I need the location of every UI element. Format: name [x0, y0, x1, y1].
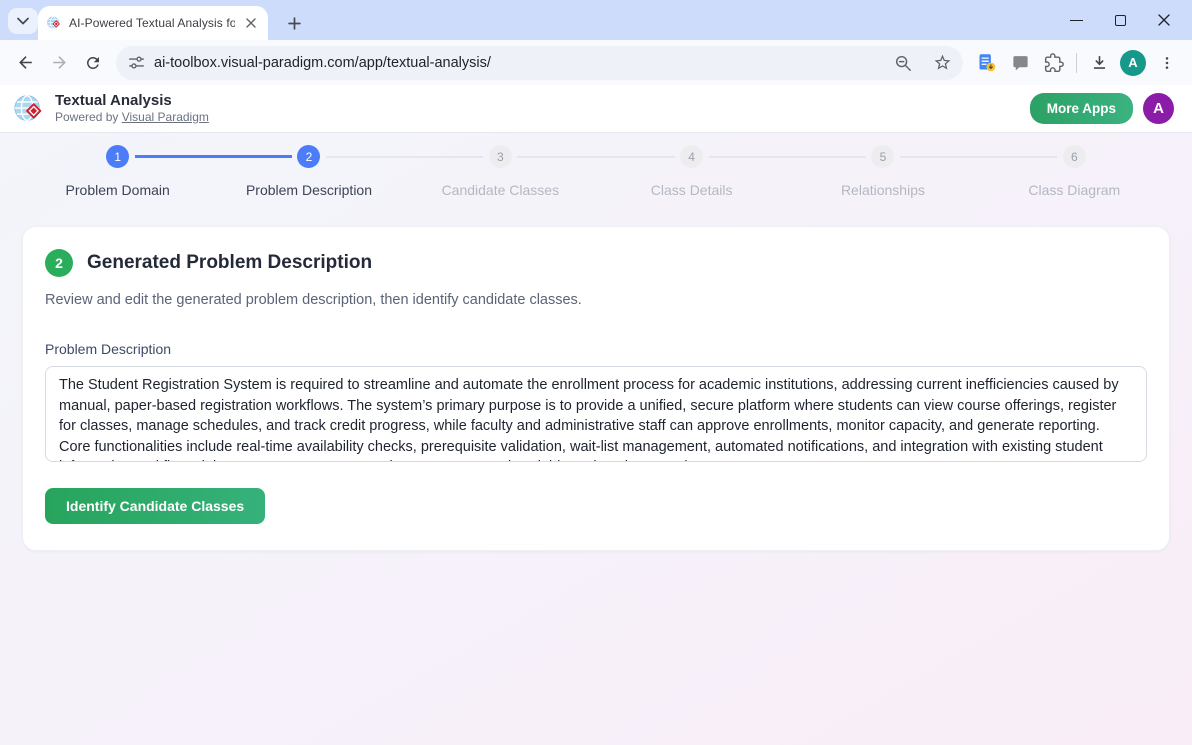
minimize-icon — [1070, 20, 1083, 21]
app-name: Textual Analysis — [55, 92, 209, 109]
forward-button[interactable] — [42, 46, 76, 80]
toolbar-separator — [1076, 53, 1077, 73]
user-avatar[interactable]: A — [1143, 93, 1174, 124]
browser-tab[interactable]: AI-Powered Textual Analysis for — [38, 6, 268, 40]
reading-mode-extension-icon[interactable] — [969, 46, 1003, 80]
more-apps-button[interactable]: More Apps — [1030, 93, 1133, 124]
app-title-block: Textual Analysis Powered by Visual Parad… — [55, 92, 209, 124]
reload-icon — [84, 54, 102, 72]
step-relationships[interactable]: 5 Relationships — [787, 145, 978, 198]
step-candidate-classes[interactable]: 3 Candidate Classes — [405, 145, 596, 198]
forward-arrow-icon — [50, 53, 69, 72]
bookmark-star-icon[interactable] — [927, 48, 957, 78]
step-circle: 6 — [1063, 145, 1086, 168]
window-controls — [1054, 0, 1186, 40]
page-subtitle: Review and edit the generated problem de… — [45, 292, 1147, 308]
chevron-down-icon — [17, 17, 29, 25]
step-label: Relationships — [841, 182, 925, 198]
extensions-puzzle-icon[interactable] — [1037, 46, 1071, 80]
powered-by-prefix: Powered by — [55, 110, 118, 124]
browser-profile-avatar: A — [1120, 50, 1146, 76]
visual-paradigm-logo — [12, 92, 46, 126]
page-title: Generated Problem Description — [87, 252, 372, 274]
window-minimize-button[interactable] — [1054, 0, 1098, 40]
step-label: Problem Domain — [66, 182, 170, 198]
window-maximize-button[interactable] — [1098, 0, 1142, 40]
three-dot-menu-icon — [1159, 55, 1175, 71]
tab-search-button[interactable] — [8, 8, 38, 34]
download-icon — [1090, 53, 1109, 72]
step-number-badge: 2 — [45, 249, 73, 277]
powered-by: Powered by Visual Paradigm — [55, 111, 209, 125]
back-button[interactable] — [8, 46, 42, 80]
tab-title: AI-Powered Textual Analysis for — [69, 16, 235, 30]
identify-candidate-classes-button[interactable]: Identify Candidate Classes — [45, 488, 265, 524]
site-favicon — [46, 15, 62, 31]
reload-button[interactable] — [76, 46, 110, 80]
tab-close-icon[interactable] — [242, 14, 260, 32]
step-circle: 3 — [489, 145, 512, 168]
step-problem-domain[interactable]: 1 Problem Domain — [22, 145, 213, 198]
browser-titlebar: AI-Powered Textual Analysis for — [0, 0, 1192, 40]
browser-toolbar: ai-toolbox.visual-paradigm.com/app/textu… — [0, 40, 1192, 85]
step-label: Problem Description — [246, 182, 372, 198]
step-circle: 4 — [680, 145, 703, 168]
zoom-out-icon[interactable] — [888, 48, 918, 78]
wizard-stepper: 1 Problem Domain 2 Problem Description 3… — [0, 133, 1192, 198]
url-bar[interactable]: ai-toolbox.visual-paradigm.com/app/textu… — [116, 46, 963, 80]
content-card: 2 Generated Problem Description Review a… — [22, 226, 1170, 551]
new-tab-button[interactable] — [280, 9, 308, 37]
app-header: Textual Analysis Powered by Visual Parad… — [0, 85, 1192, 133]
header-right: More Apps A — [1030, 93, 1180, 124]
back-arrow-icon — [16, 53, 35, 72]
browser-menu-button[interactable] — [1150, 46, 1184, 80]
url-text: ai-toolbox.visual-paradigm.com/app/textu… — [154, 55, 879, 71]
step-circle: 2 — [297, 145, 320, 168]
maximize-icon — [1115, 15, 1126, 26]
step-problem-description[interactable]: 2 Problem Description — [213, 145, 404, 198]
window-close-button[interactable] — [1142, 0, 1186, 40]
card-header: 2 Generated Problem Description — [45, 249, 1147, 277]
step-circle: 1 — [106, 145, 129, 168]
step-label: Class Diagram — [1028, 182, 1120, 198]
problem-description-label: Problem Description — [45, 341, 1147, 357]
browser-profile-button[interactable]: A — [1116, 46, 1150, 80]
problem-description-textarea[interactable]: The Student Registration System is requi… — [45, 366, 1147, 462]
close-icon — [1158, 14, 1170, 26]
page-background: 1 Problem Domain 2 Problem Description 3… — [0, 133, 1192, 745]
visual-paradigm-link[interactable]: Visual Paradigm — [122, 110, 209, 124]
plus-icon — [288, 17, 301, 30]
step-label: Class Details — [651, 182, 733, 198]
step-class-diagram[interactable]: 6 Class Diagram — [979, 145, 1170, 198]
downloads-button[interactable] — [1082, 46, 1116, 80]
step-label: Candidate Classes — [442, 182, 560, 198]
step-circle: 5 — [871, 145, 894, 168]
comment-bubble-icon[interactable] — [1003, 46, 1037, 80]
site-settings-tune-icon[interactable] — [128, 54, 145, 71]
step-class-details[interactable]: 4 Class Details — [596, 145, 787, 198]
